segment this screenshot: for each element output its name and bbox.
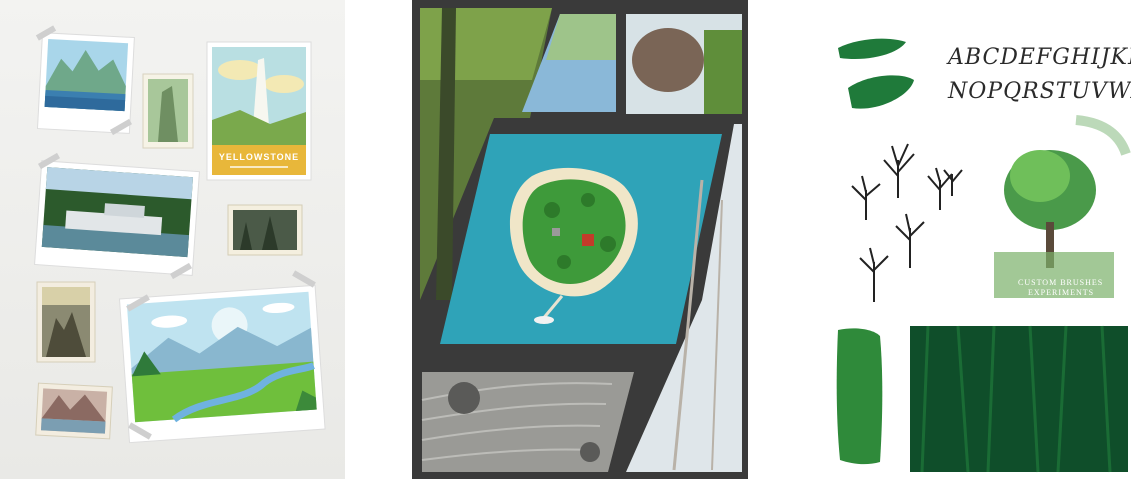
zen-stone <box>580 442 600 462</box>
stamp-trees <box>227 204 303 256</box>
photo-wall-illustration: YELLOWSTONE <box>34 25 326 444</box>
yellowstone-poster: YELLOWSTONE <box>206 41 312 181</box>
photo-meadow-illustration <box>118 284 326 444</box>
tape <box>292 270 316 288</box>
brush-stroke <box>838 38 906 60</box>
photo-forest-lake <box>36 32 135 134</box>
bare-tree-brushes <box>851 143 963 302</box>
brush-swatch-dark <box>910 326 1128 472</box>
custom-brushes-panel: ABCDEFGHIJKLM NOPQRSTUVWXYZ CUSTOM BRUSH… <box>818 0 1131 479</box>
photo-boat <box>34 160 200 276</box>
stamp-vintage <box>36 281 96 363</box>
stamp-mountain-lake <box>35 382 113 440</box>
island-house <box>582 234 594 246</box>
alphabet-line-1: ABCDEFGHIJKLM <box>946 45 1131 70</box>
brush-swatch-light <box>836 328 883 465</box>
stamp-cliff <box>142 73 194 149</box>
brush-stroke <box>848 75 914 109</box>
brushes-illustration: ABCDEFGHIJKLM NOPQRSTUVWXYZ CUSTOM BRUSH… <box>836 38 1131 473</box>
poster-title: YELLOWSTONE <box>219 152 299 162</box>
nature-collage-panel <box>412 0 748 479</box>
photo-wall-panel: YELLOWSTONE <box>0 0 345 479</box>
zen-stone <box>448 382 480 414</box>
caption-line-2: EXPERIMENTS <box>1028 288 1094 297</box>
caption-line-1: CUSTOM BRUSHES <box>1018 278 1103 287</box>
alphabet-line-2: NOPQRSTUVWXYZ <box>947 79 1131 104</box>
collage-illustration <box>412 0 748 479</box>
